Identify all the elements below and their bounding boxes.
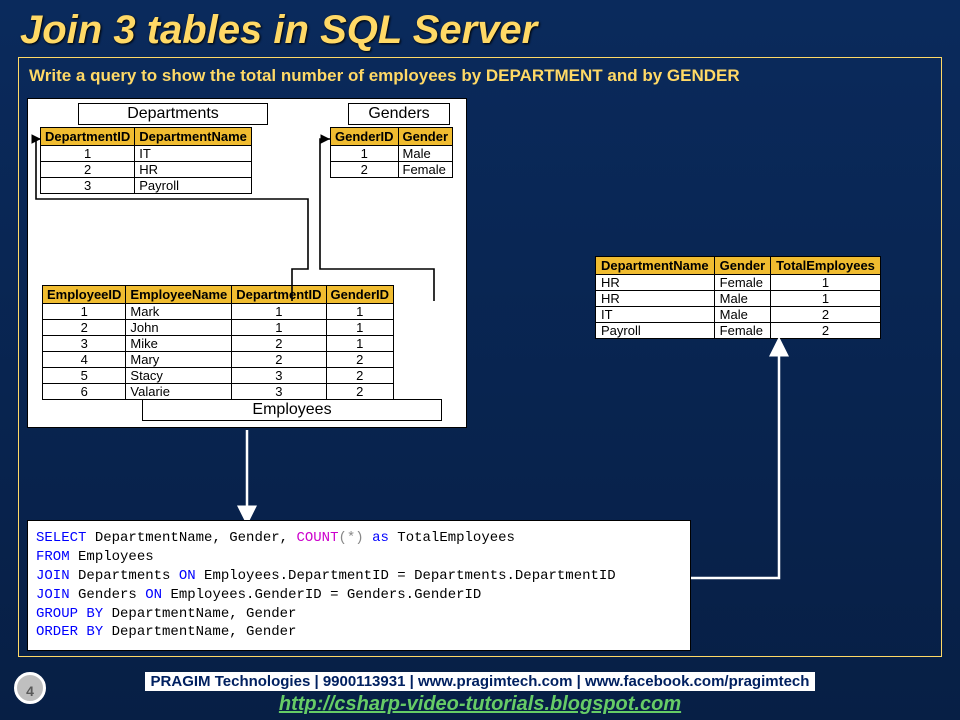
table-row: 1IT bbox=[41, 146, 252, 162]
cell: HR bbox=[596, 291, 715, 307]
col-header: DepartmentName bbox=[135, 128, 252, 146]
cell: 2 bbox=[41, 162, 135, 178]
col-header: DepartmentID bbox=[232, 286, 326, 304]
departments-table: DepartmentIDDepartmentName1IT2HR3Payroll bbox=[40, 127, 252, 194]
table-row: HRMale1 bbox=[596, 291, 881, 307]
slide-title: Join 3 tables in SQL Server bbox=[0, 0, 960, 57]
cell: 1 bbox=[232, 320, 326, 336]
cell: Female bbox=[714, 275, 771, 291]
result-table: DepartmentNameGenderTotalEmployeesHRFema… bbox=[595, 256, 881, 339]
table-row: 1Male bbox=[331, 146, 453, 162]
col-header: EmployeeID bbox=[43, 286, 126, 304]
cell: 1 bbox=[771, 275, 881, 291]
cell: 2 bbox=[771, 307, 881, 323]
table-row: 2HR bbox=[41, 162, 252, 178]
cell: 2 bbox=[326, 352, 394, 368]
question-text: Write a query to show the total number o… bbox=[19, 58, 941, 92]
employees-label: Employees bbox=[142, 399, 442, 421]
cell: 2 bbox=[43, 320, 126, 336]
table-row: 5Stacy32 bbox=[43, 368, 394, 384]
col-header: EmployeeName bbox=[126, 286, 232, 304]
cell: Mark bbox=[126, 304, 232, 320]
col-header: TotalEmployees bbox=[771, 257, 881, 275]
cell: 3 bbox=[232, 384, 326, 400]
table-row: 1Mark11 bbox=[43, 304, 394, 320]
cell: Stacy bbox=[126, 368, 232, 384]
cell: IT bbox=[596, 307, 715, 323]
cell: Valarie bbox=[126, 384, 232, 400]
departments-label: Departments bbox=[78, 103, 268, 125]
cell: 1 bbox=[326, 320, 394, 336]
cell: Payroll bbox=[596, 323, 715, 339]
cell: 1 bbox=[326, 336, 394, 352]
cell: 1 bbox=[331, 146, 399, 162]
cell: 2 bbox=[326, 384, 394, 400]
schema-diagram: Departments Genders Employees Department… bbox=[27, 98, 467, 428]
cell: 2 bbox=[232, 336, 326, 352]
table-row: 4Mary22 bbox=[43, 352, 394, 368]
table-row: 2John11 bbox=[43, 320, 394, 336]
cell: 1 bbox=[43, 304, 126, 320]
col-header: Gender bbox=[714, 257, 771, 275]
table-row: PayrollFemale2 bbox=[596, 323, 881, 339]
cell: Male bbox=[714, 307, 771, 323]
footer: PRAGIM Technologies | 9900113931 | www.p… bbox=[0, 672, 960, 716]
cell: Male bbox=[398, 146, 453, 162]
table-row: 3Mike21 bbox=[43, 336, 394, 352]
cell: HR bbox=[596, 275, 715, 291]
cell: HR bbox=[135, 162, 252, 178]
cell: 1 bbox=[232, 304, 326, 320]
employees-table: EmployeeIDEmployeeNameDepartmentIDGender… bbox=[42, 285, 394, 400]
cell: Male bbox=[714, 291, 771, 307]
cell: Mike bbox=[126, 336, 232, 352]
col-header: GenderID bbox=[326, 286, 394, 304]
genders-table: GenderIDGender1Male2Female bbox=[330, 127, 453, 178]
cell: 6 bbox=[43, 384, 126, 400]
table-row: 6Valarie32 bbox=[43, 384, 394, 400]
cell: 2 bbox=[326, 368, 394, 384]
cell: IT bbox=[135, 146, 252, 162]
cell: Female bbox=[398, 162, 453, 178]
cell: 2 bbox=[331, 162, 399, 178]
cell: John bbox=[126, 320, 232, 336]
footer-link[interactable]: http://csharp-video-tutorials.blogspot.c… bbox=[0, 693, 960, 716]
cell: Female bbox=[714, 323, 771, 339]
table-row: 2Female bbox=[331, 162, 453, 178]
col-header: Gender bbox=[398, 128, 453, 146]
cell: 2 bbox=[232, 352, 326, 368]
cell: Payroll bbox=[135, 178, 252, 194]
cell: 3 bbox=[232, 368, 326, 384]
table-row: ITMale2 bbox=[596, 307, 881, 323]
sql-query: SELECT DepartmentName, Gender, COUNT(*) … bbox=[27, 520, 691, 651]
footer-credits: PRAGIM Technologies | 9900113931 | www.p… bbox=[145, 672, 816, 691]
table-row: HRFemale1 bbox=[596, 275, 881, 291]
col-header: GenderID bbox=[331, 128, 399, 146]
cell: Mary bbox=[126, 352, 232, 368]
table-row: 3Payroll bbox=[41, 178, 252, 194]
col-header: DepartmentName bbox=[596, 257, 715, 275]
cell: 1 bbox=[326, 304, 394, 320]
cell: 5 bbox=[43, 368, 126, 384]
cell: 3 bbox=[43, 336, 126, 352]
content-frame: Write a query to show the total number o… bbox=[18, 57, 942, 657]
col-header: DepartmentID bbox=[41, 128, 135, 146]
cell: 2 bbox=[771, 323, 881, 339]
genders-label: Genders bbox=[348, 103, 450, 125]
cell: 4 bbox=[43, 352, 126, 368]
cell: 1 bbox=[41, 146, 135, 162]
cell: 3 bbox=[41, 178, 135, 194]
cell: 1 bbox=[771, 291, 881, 307]
